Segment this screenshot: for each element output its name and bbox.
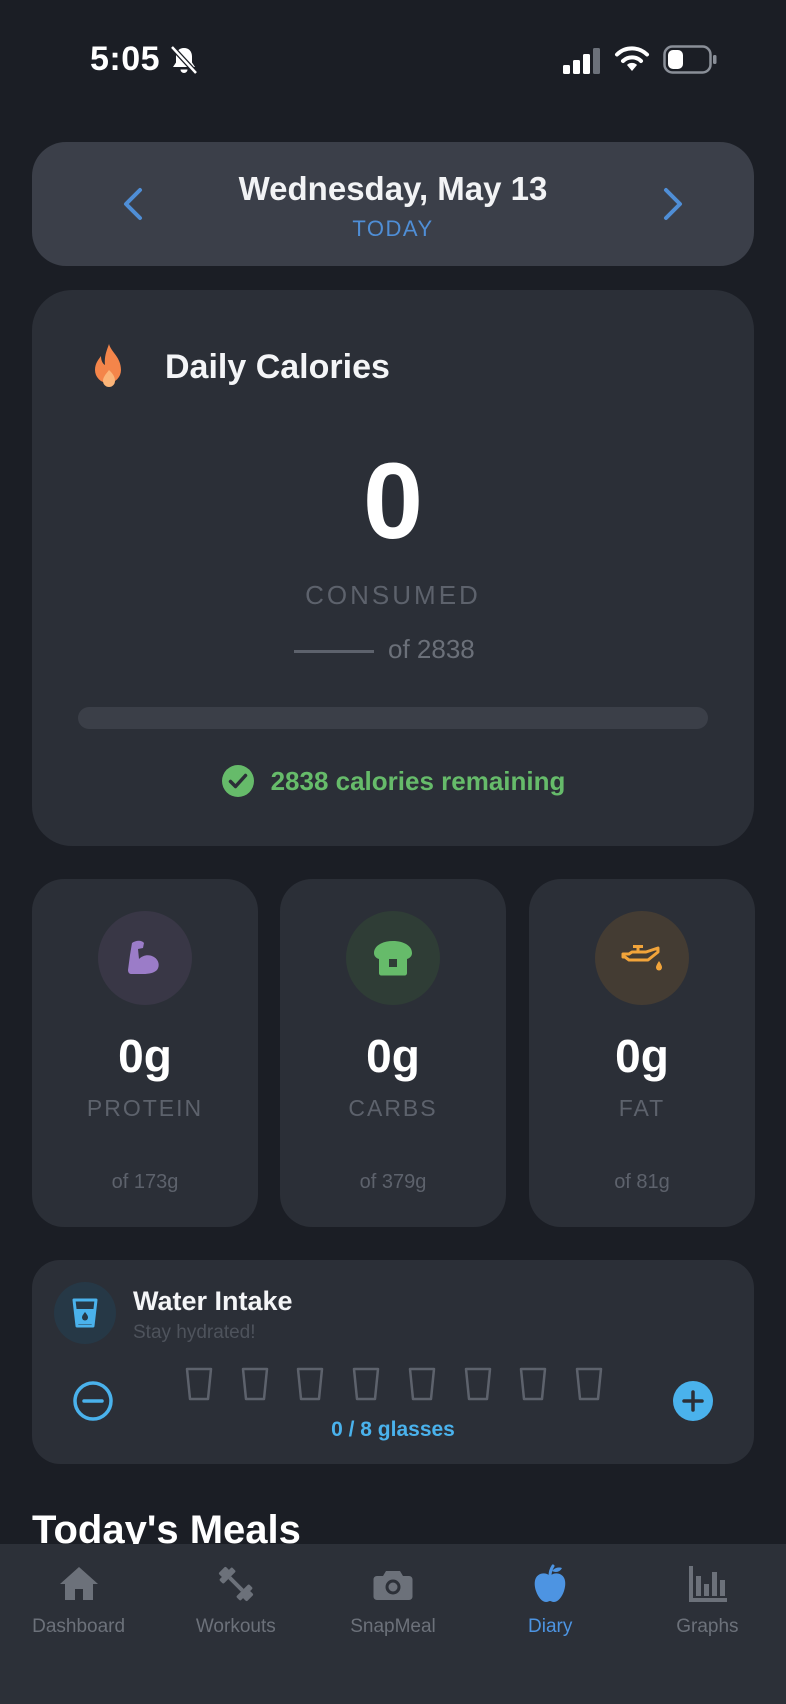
calories-consumed-label: CONSUMED: [305, 580, 481, 610]
carbs-value: 0g: [366, 1030, 420, 1082]
wifi-icon: [615, 46, 649, 71]
calories-consumed-value: 0: [362, 440, 424, 561]
water-subtitle: Stay hydrated!: [133, 1322, 256, 1343]
apple-icon: [534, 1564, 566, 1602]
signal-icon: [563, 48, 600, 74]
muscle-icon: [128, 940, 159, 974]
macro-card-carbs: 0g CARBS of 379g: [280, 879, 506, 1227]
water-title: Water Intake: [133, 1286, 293, 1316]
camera-icon: [373, 1571, 413, 1600]
add-glass-button[interactable]: [672, 1380, 714, 1422]
bottom-tab-bar: Dashboard Workouts SnapMeal Diary Graphs: [0, 1544, 786, 1704]
calories-goal: of 2838: [388, 634, 475, 664]
glass-icon[interactable]: [240, 1366, 270, 1402]
macro-icon-badge: [346, 911, 440, 1005]
tab-workouts[interactable]: Workouts: [157, 1544, 314, 1704]
glass-icon[interactable]: [574, 1366, 604, 1402]
status-time: 5:05: [90, 40, 161, 78]
glass-icon[interactable]: [463, 1366, 493, 1402]
battery-icon: [663, 45, 717, 74]
date-relative-label: TODAY: [352, 216, 434, 241]
tab-graphs[interactable]: Graphs: [629, 1544, 786, 1704]
protein-label: PROTEIN: [86, 1095, 204, 1121]
calories-progress-bar: [78, 707, 708, 729]
fat-value: 0g: [615, 1030, 669, 1082]
bar-chart-icon: [689, 1566, 728, 1602]
status-bar: 5:05: [0, 0, 786, 120]
daily-calories-card: Daily Calories 0 CONSUMED of 2838 2838 c…: [32, 290, 754, 846]
calories-remaining: 2838 calories remaining: [32, 764, 754, 798]
tab-dashboard[interactable]: Dashboard: [0, 1544, 157, 1704]
home-icon: [59, 1567, 98, 1600]
tab-label: Workouts: [195, 1616, 276, 1637]
glass-icon[interactable]: [351, 1366, 381, 1402]
goal-divider: [294, 650, 374, 653]
water-glasses-row: [184, 1366, 604, 1406]
bell-slash-icon: [170, 45, 198, 75]
calories-remaining-text: 2838 calories remaining: [270, 765, 566, 796]
glass-icon[interactable]: [407, 1366, 437, 1402]
chevron-right-icon[interactable]: [652, 182, 692, 226]
water-intake-card: Water Intake Stay hydrated! 0 / 8 glasse…: [32, 1260, 754, 1464]
carbs-label: CARBS: [348, 1095, 438, 1121]
date-title: Wednesday, May 13: [238, 170, 548, 207]
dumbbell-icon: [218, 1566, 253, 1602]
glass-icon[interactable]: [184, 1366, 214, 1402]
water-icon-badge: [54, 1282, 116, 1344]
glass-icon[interactable]: [295, 1366, 325, 1402]
date-header: Wednesday, May 13 TODAY: [32, 142, 754, 266]
macro-icon-badge: [595, 911, 689, 1005]
macro-icon-badge: [98, 911, 192, 1005]
tab-label: Diary: [528, 1616, 573, 1637]
tab-label: Graphs: [676, 1616, 739, 1637]
protein-value: 0g: [118, 1030, 172, 1082]
carbs-goal: of 379g: [359, 1171, 427, 1193]
oil-can-icon: [621, 945, 662, 971]
fat-goal: of 81g: [614, 1171, 670, 1193]
fat-label: FAT: [618, 1095, 666, 1121]
bread-icon: [374, 941, 412, 976]
water-count: 0 / 8 glasses: [331, 1418, 455, 1441]
remove-glass-button[interactable]: [72, 1380, 114, 1422]
macro-card-fat: 0g FAT of 81g: [529, 879, 755, 1227]
calories-title: Daily Calories: [165, 348, 390, 386]
protein-goal: of 173g: [111, 1171, 179, 1193]
glass-icon[interactable]: [518, 1366, 548, 1402]
tab-label: Dashboard: [32, 1616, 126, 1637]
flame-icon: [95, 344, 121, 387]
tab-label: SnapMeal: [350, 1616, 436, 1637]
macro-card-protein: 0g PROTEIN of 173g: [32, 879, 258, 1227]
tab-diary[interactable]: Diary: [472, 1544, 629, 1704]
tab-snapmeal[interactable]: SnapMeal: [314, 1544, 471, 1704]
water-glass-icon: [72, 1298, 98, 1328]
check-circle-icon: [221, 765, 254, 797]
